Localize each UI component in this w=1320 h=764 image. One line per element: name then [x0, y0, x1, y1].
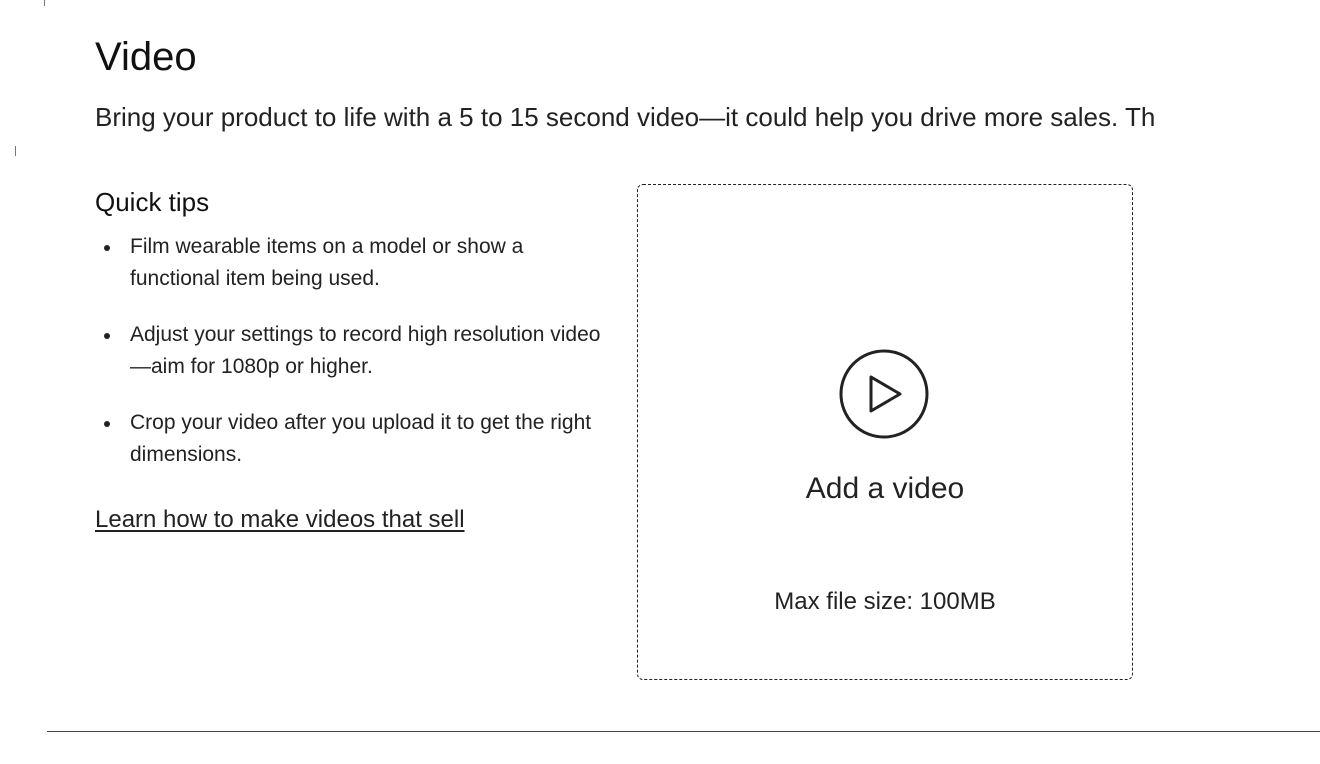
add-video-dropzone[interactable]: Add a video Max file size: 100MB	[637, 184, 1133, 680]
list-item: Film wearable items on a model or show a…	[95, 231, 610, 295]
play-circle-icon	[839, 349, 929, 439]
tips-list: Film wearable items on a model or show a…	[95, 231, 615, 471]
bullet-icon	[104, 245, 110, 251]
edge-mark	[44, 0, 45, 6]
tip-text: Film wearable items on a model or show a…	[130, 235, 524, 290]
add-video-label: Add a video	[805, 472, 965, 505]
tip-text: Adjust your settings to record high reso…	[130, 323, 601, 378]
section-divider	[47, 731, 1320, 732]
page-title: Video	[95, 35, 197, 79]
list-item: Adjust your settings to record high reso…	[95, 319, 610, 383]
list-item: Crop your video after you upload it to g…	[95, 407, 610, 471]
edge-mark	[15, 146, 16, 156]
section-description: Bring your product to life with a 5 to 1…	[95, 102, 1156, 132]
max-file-size: Max file size: 100MB	[774, 588, 996, 615]
learn-videos-link[interactable]: Learn how to make videos that sell	[95, 505, 465, 535]
bullet-icon	[104, 333, 110, 339]
quick-tips: Quick tips Film wearable items on a mode…	[95, 185, 615, 535]
bullet-icon	[104, 421, 110, 427]
tips-heading: Quick tips	[95, 187, 210, 217]
tip-text: Crop your video after you upload it to g…	[130, 411, 592, 466]
